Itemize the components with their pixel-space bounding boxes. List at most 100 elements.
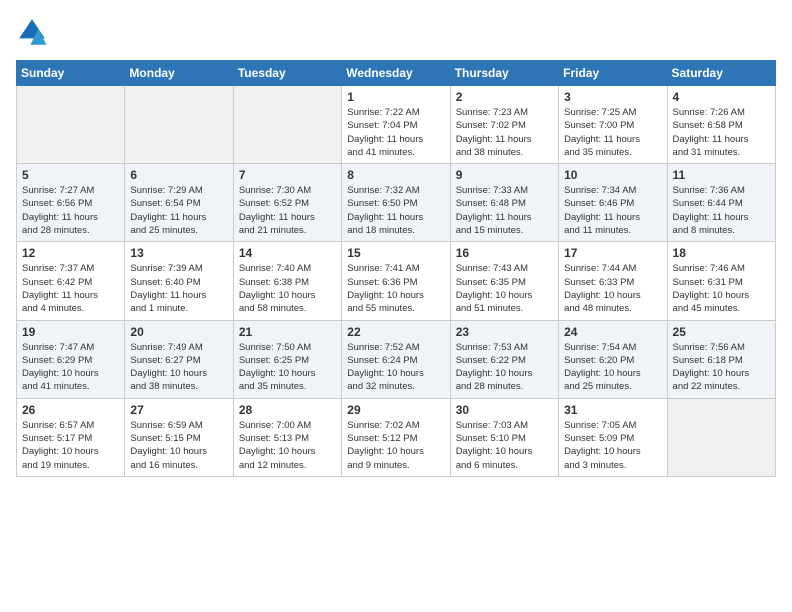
calendar-cell: 14 Sunrise: 7:40 AM Sunset: 6:38 PM Dayli…	[233, 242, 341, 320]
calendar-cell: 10 Sunrise: 7:34 AM Sunset: 6:46 PM Dayli…	[559, 164, 667, 242]
calendar-cell: 15 Sunrise: 7:41 AM Sunset: 6:36 PM Dayli…	[342, 242, 450, 320]
day-number: 12	[22, 246, 119, 260]
calendar-cell: 20 Sunrise: 7:49 AM Sunset: 6:27 PM Dayli…	[125, 320, 233, 398]
day-number: 20	[130, 325, 227, 339]
day-number: 30	[456, 403, 553, 417]
day-info: Sunrise: 7:50 AM Sunset: 6:25 PM Dayligh…	[239, 341, 336, 394]
day-info: Sunrise: 6:59 AM Sunset: 5:15 PM Dayligh…	[130, 419, 227, 472]
day-info: Sunrise: 7:33 AM Sunset: 6:48 PM Dayligh…	[456, 184, 553, 237]
calendar-week-1: 1Sunrise: 7:22 AM Sunset: 7:04 PM Daylig…	[17, 86, 776, 164]
day-info: Sunrise: 7:54 AM Sunset: 6:20 PM Dayligh…	[564, 341, 661, 394]
page: SundayMondayTuesdayWednesdayThursdayFrid…	[0, 0, 792, 493]
day-info: Sunrise: 7:34 AM Sunset: 6:46 PM Dayligh…	[564, 184, 661, 237]
day-info: Sunrise: 7:43 AM Sunset: 6:35 PM Dayligh…	[456, 262, 553, 315]
calendar-cell: 3 Sunrise: 7:25 AM Sunset: 7:00 PM Daylig…	[559, 86, 667, 164]
day-info: Sunrise: 7:44 AM Sunset: 6:33 PM Dayligh…	[564, 262, 661, 315]
calendar-cell: 18 Sunrise: 7:46 AM Sunset: 6:31 PM Dayli…	[667, 242, 775, 320]
calendar-cell: 12 Sunrise: 7:37 AM Sunset: 6:42 PM Dayli…	[17, 242, 125, 320]
calendar-cell: 17 Sunrise: 7:44 AM Sunset: 6:33 PM Dayli…	[559, 242, 667, 320]
calendar-cell: 6 Sunrise: 7:29 AM Sunset: 6:54 PM Daylig…	[125, 164, 233, 242]
calendar-cell: 28 Sunrise: 7:00 AM Sunset: 5:13 PM Dayli…	[233, 398, 341, 476]
calendar-cell: 7 Sunrise: 7:30 AM Sunset: 6:52 PM Daylig…	[233, 164, 341, 242]
calendar-cell: 2 Sunrise: 7:23 AM Sunset: 7:02 PM Daylig…	[450, 86, 558, 164]
day-number: 25	[673, 325, 770, 339]
day-info: Sunrise: 7:32 AM Sunset: 6:50 PM Dayligh…	[347, 184, 444, 237]
day-info: Sunrise: 7:30 AM Sunset: 6:52 PM Dayligh…	[239, 184, 336, 237]
day-number: 7	[239, 168, 336, 182]
day-info: Sunrise: 7:49 AM Sunset: 6:27 PM Dayligh…	[130, 341, 227, 394]
day-number: 19	[22, 325, 119, 339]
day-info: Sunrise: 7:46 AM Sunset: 6:31 PM Dayligh…	[673, 262, 770, 315]
day-info: Sunrise: 7:22 AM Sunset: 7:04 PM Dayligh…	[347, 106, 444, 159]
day-number: 15	[347, 246, 444, 260]
day-number: 2	[456, 90, 553, 104]
day-info: Sunrise: 7:00 AM Sunset: 5:13 PM Dayligh…	[239, 419, 336, 472]
day-info: Sunrise: 7:53 AM Sunset: 6:22 PM Dayligh…	[456, 341, 553, 394]
calendar-cell: 26Sunrise: 6:57 AM Sunset: 5:17 PM Dayli…	[17, 398, 125, 476]
day-number: 21	[239, 325, 336, 339]
day-number: 14	[239, 246, 336, 260]
day-number: 10	[564, 168, 661, 182]
day-number: 31	[564, 403, 661, 417]
calendar-cell: 9 Sunrise: 7:33 AM Sunset: 6:48 PM Daylig…	[450, 164, 558, 242]
calendar-cell: 8 Sunrise: 7:32 AM Sunset: 6:50 PM Daylig…	[342, 164, 450, 242]
calendar-cell: 19Sunrise: 7:47 AM Sunset: 6:29 PM Dayli…	[17, 320, 125, 398]
calendar-week-5: 26Sunrise: 6:57 AM Sunset: 5:17 PM Dayli…	[17, 398, 776, 476]
day-info: Sunrise: 7:52 AM Sunset: 6:24 PM Dayligh…	[347, 341, 444, 394]
calendar-cell: 22 Sunrise: 7:52 AM Sunset: 6:24 PM Dayli…	[342, 320, 450, 398]
day-number: 11	[673, 168, 770, 182]
calendar-cell: 11 Sunrise: 7:36 AM Sunset: 6:44 PM Dayli…	[667, 164, 775, 242]
calendar-week-3: 12 Sunrise: 7:37 AM Sunset: 6:42 PM Dayli…	[17, 242, 776, 320]
weekday-header-friday: Friday	[559, 61, 667, 86]
day-number: 24	[564, 325, 661, 339]
day-info: Sunrise: 7:41 AM Sunset: 6:36 PM Dayligh…	[347, 262, 444, 315]
day-number: 4	[673, 90, 770, 104]
day-number: 16	[456, 246, 553, 260]
calendar-cell: 5Sunrise: 7:27 AM Sunset: 6:56 PM Daylig…	[17, 164, 125, 242]
day-info: Sunrise: 7:40 AM Sunset: 6:38 PM Dayligh…	[239, 262, 336, 315]
calendar-cell: 24 Sunrise: 7:54 AM Sunset: 6:20 PM Dayli…	[559, 320, 667, 398]
calendar-cell	[17, 86, 125, 164]
day-info: Sunrise: 7:29 AM Sunset: 6:54 PM Dayligh…	[130, 184, 227, 237]
day-info: Sunrise: 7:03 AM Sunset: 5:10 PM Dayligh…	[456, 419, 553, 472]
weekday-header-wednesday: Wednesday	[342, 61, 450, 86]
weekday-header-thursday: Thursday	[450, 61, 558, 86]
header	[16, 16, 776, 48]
day-number: 27	[130, 403, 227, 417]
day-number: 28	[239, 403, 336, 417]
calendar-cell: 13 Sunrise: 7:39 AM Sunset: 6:40 PM Dayli…	[125, 242, 233, 320]
day-info: Sunrise: 7:56 AM Sunset: 6:18 PM Dayligh…	[673, 341, 770, 394]
day-number: 3	[564, 90, 661, 104]
day-number: 23	[456, 325, 553, 339]
calendar-cell: 4 Sunrise: 7:26 AM Sunset: 6:58 PM Daylig…	[667, 86, 775, 164]
calendar-cell: 31 Sunrise: 7:05 AM Sunset: 5:09 PM Dayli…	[559, 398, 667, 476]
calendar-cell: 30 Sunrise: 7:03 AM Sunset: 5:10 PM Dayli…	[450, 398, 558, 476]
logo-icon	[16, 16, 48, 48]
day-info: Sunrise: 7:02 AM Sunset: 5:12 PM Dayligh…	[347, 419, 444, 472]
day-number: 18	[673, 246, 770, 260]
day-info: Sunrise: 7:39 AM Sunset: 6:40 PM Dayligh…	[130, 262, 227, 315]
calendar-cell: 16 Sunrise: 7:43 AM Sunset: 6:35 PM Dayli…	[450, 242, 558, 320]
day-number: 29	[347, 403, 444, 417]
day-number: 8	[347, 168, 444, 182]
day-info: Sunrise: 7:37 AM Sunset: 6:42 PM Dayligh…	[22, 262, 119, 315]
weekday-header-saturday: Saturday	[667, 61, 775, 86]
day-number: 22	[347, 325, 444, 339]
day-info: Sunrise: 7:05 AM Sunset: 5:09 PM Dayligh…	[564, 419, 661, 472]
calendar-cell	[667, 398, 775, 476]
calendar-cell: 21 Sunrise: 7:50 AM Sunset: 6:25 PM Dayli…	[233, 320, 341, 398]
weekday-header-sunday: Sunday	[17, 61, 125, 86]
day-info: Sunrise: 7:36 AM Sunset: 6:44 PM Dayligh…	[673, 184, 770, 237]
day-number: 17	[564, 246, 661, 260]
calendar-cell	[233, 86, 341, 164]
day-number: 26	[22, 403, 119, 417]
day-info: Sunrise: 7:23 AM Sunset: 7:02 PM Dayligh…	[456, 106, 553, 159]
day-info: Sunrise: 7:26 AM Sunset: 6:58 PM Dayligh…	[673, 106, 770, 159]
day-number: 13	[130, 246, 227, 260]
weekday-header-tuesday: Tuesday	[233, 61, 341, 86]
calendar: SundayMondayTuesdayWednesdayThursdayFrid…	[16, 60, 776, 477]
day-number: 6	[130, 168, 227, 182]
day-info: Sunrise: 7:25 AM Sunset: 7:00 PM Dayligh…	[564, 106, 661, 159]
day-number: 5	[22, 168, 119, 182]
day-number: 9	[456, 168, 553, 182]
